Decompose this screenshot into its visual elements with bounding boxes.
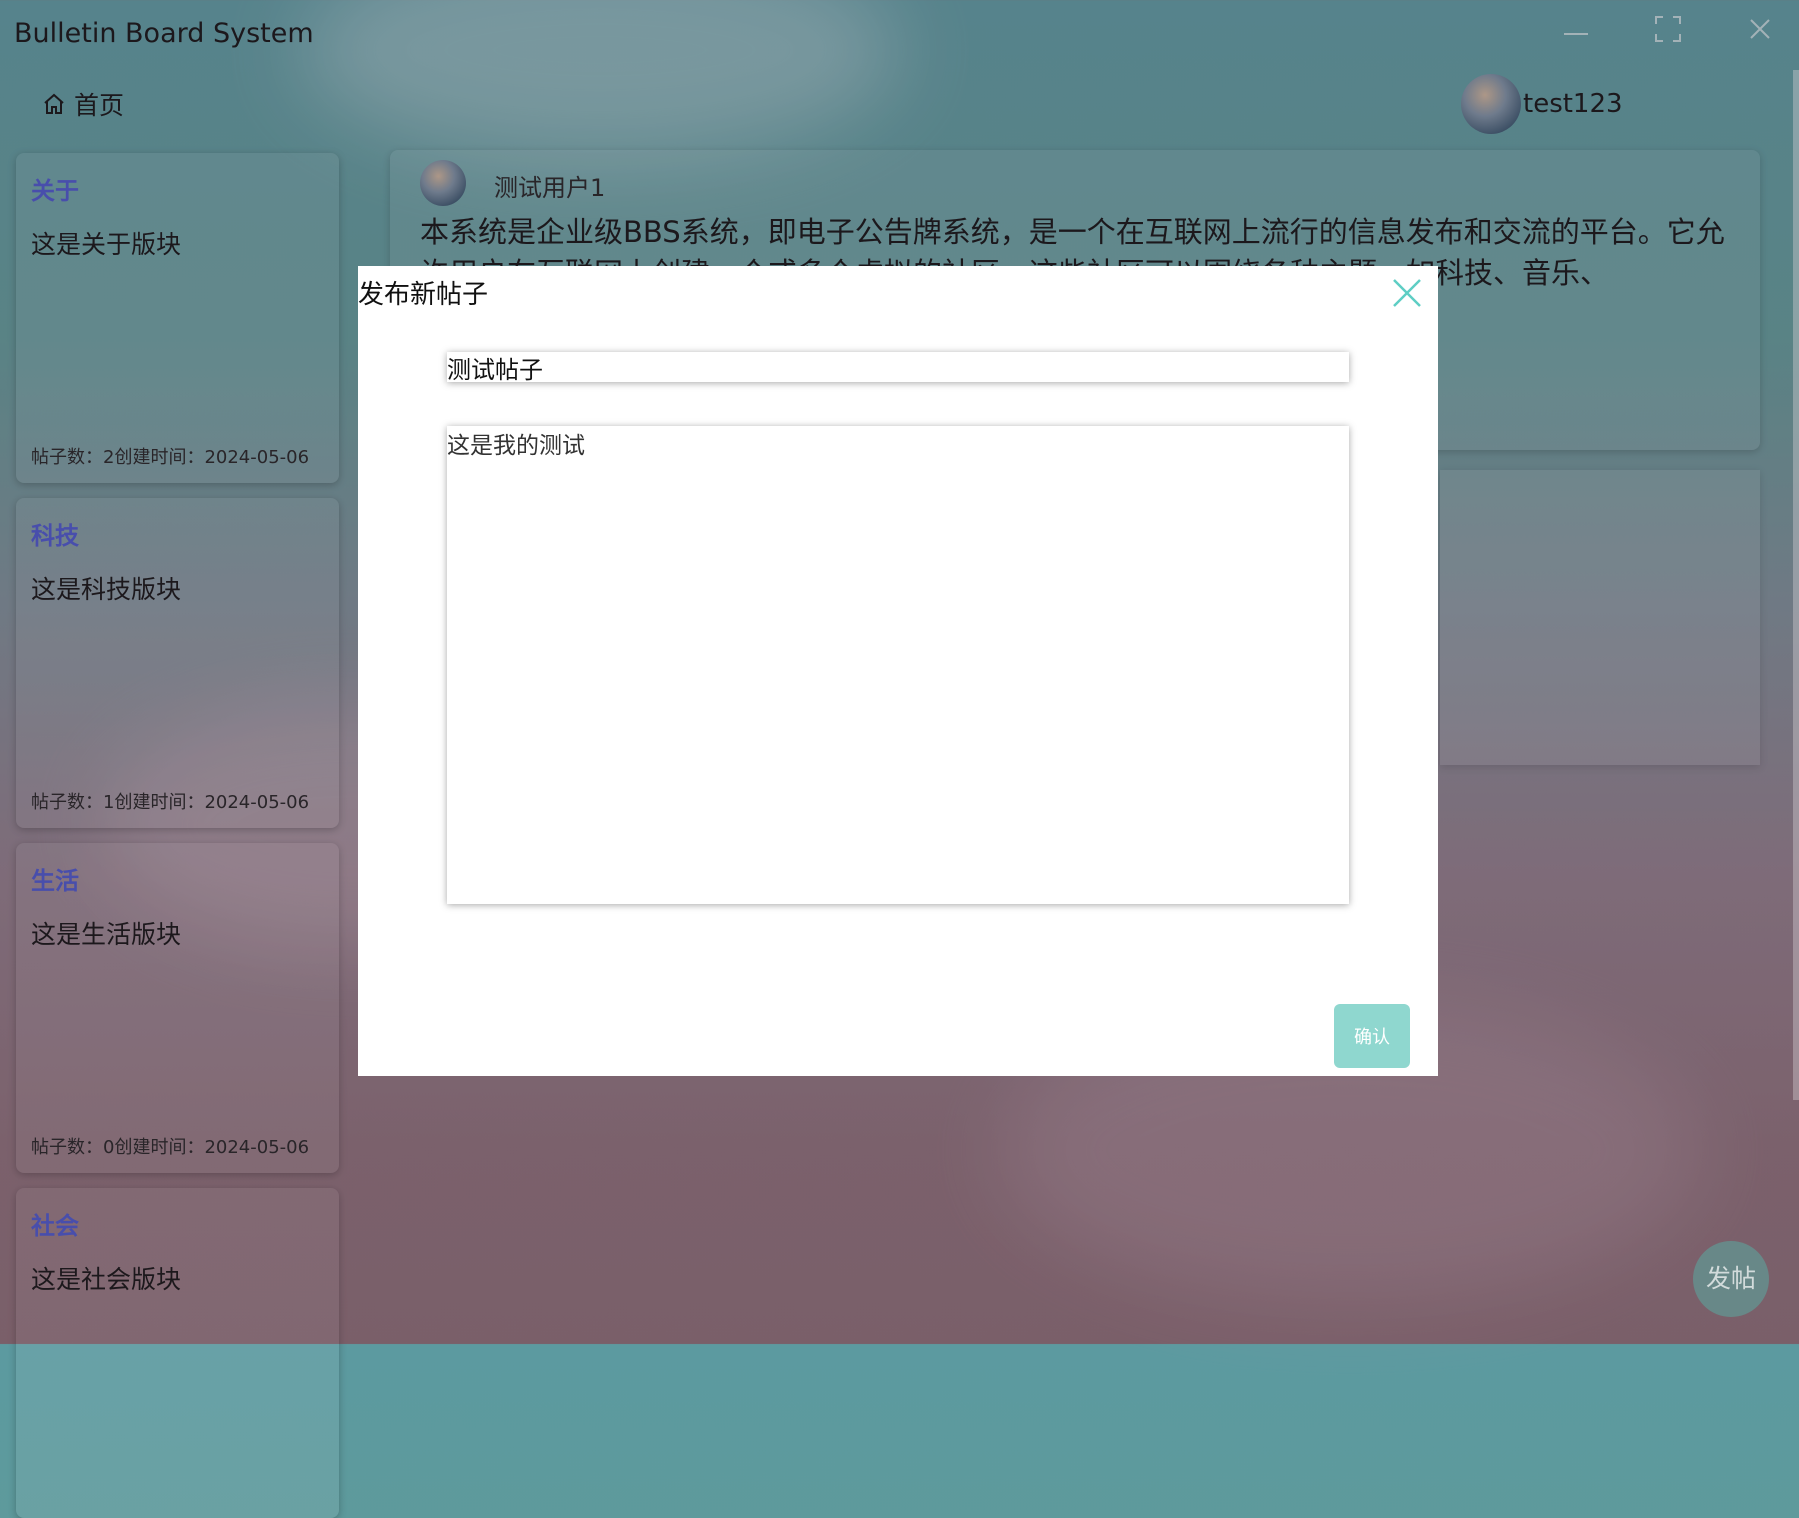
dialog-title: 发布新帖子 (358, 280, 489, 310)
new-post-fab[interactable]: 发帖 (1693, 1241, 1769, 1317)
post-content-textarea[interactable]: 这是我的测试 (447, 426, 1349, 904)
confirm-button[interactable]: 确认 (1334, 1004, 1410, 1068)
close-icon[interactable] (1390, 276, 1424, 310)
new-post-dialog: 发布新帖子 这是我的测试 确认 (358, 266, 1438, 1076)
post-title-input[interactable] (447, 352, 1349, 382)
